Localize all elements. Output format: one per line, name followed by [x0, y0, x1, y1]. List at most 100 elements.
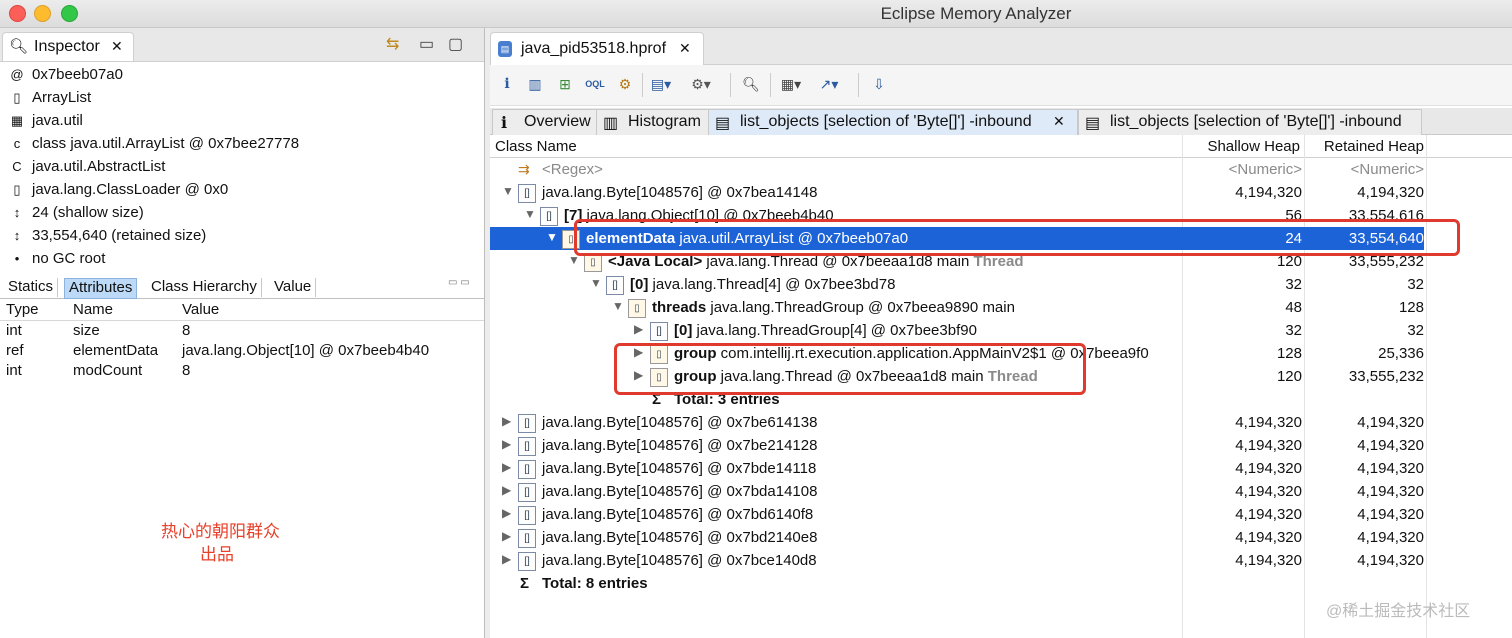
attribute-row[interactable]: int size 8: [0, 321, 484, 341]
calculate-retained-icon[interactable]: ↗▾: [818, 73, 840, 95]
table-row[interactable]: ▶ [] java.lang.Byte[1048576] @ 0x7bce140d8…: [490, 549, 1424, 572]
expand-icon[interactable]: ▶: [502, 506, 511, 520]
table-row[interactable]: ▶ [] java.lang.Byte[1048576] @ 0x7bde14118…: [490, 457, 1424, 480]
close-icon[interactable]: ✕: [111, 38, 123, 55]
retained-heap-value: 25,336: [1378, 345, 1424, 362]
histogram-icon[interactable]: ▥: [524, 73, 546, 95]
table-row[interactable]: ▶ [] java.lang.Byte[1048576] @ 0x7bd2140e8…: [490, 526, 1424, 549]
tab-class-hierarchy[interactable]: Class Hierarchy: [147, 278, 262, 297]
expand-icon[interactable]: ▶: [502, 552, 511, 566]
table-row[interactable]: ▼ ▯ threads java.lang.ThreadGroup @ 0x7bee…: [490, 296, 1424, 319]
collapse-icon[interactable]: ▼: [612, 299, 624, 313]
tab-value[interactable]: Value: [270, 278, 317, 297]
table-row[interactable]: ▼ [] [0] java.lang.Thread[4] @ 0x7bee3bd78…: [490, 273, 1424, 296]
info-icon[interactable]: i: [496, 73, 518, 95]
collapse-icon[interactable]: ▼: [590, 276, 602, 290]
table-row[interactable]: ▼ ▯ <Java Local> java.lang.Thread @ 0x7bee…: [490, 250, 1424, 273]
tab-histogram[interactable]: ▥ Histogram: [596, 109, 710, 135]
attribute-row[interactable]: ref elementData java.lang.Object[10] @ 0x7…: [0, 341, 484, 361]
tab-inspector[interactable]: 🔍︎ Inspector ✕: [2, 32, 134, 61]
array-icon: []: [518, 552, 536, 571]
table-row[interactable]: ▶ ▯ group java.lang.Thread @ 0x7beeaa1d8 m…: [490, 365, 1424, 388]
table-row[interactable]: ▼ [] [7] java.lang.Object[10] @ 0x7beeb4b4…: [490, 204, 1424, 227]
retained-heap-value: 33,555,232: [1348, 368, 1424, 385]
maximize-view-icon[interactable]: ▢: [448, 34, 463, 54]
expand-icon[interactable]: ▶: [502, 460, 511, 474]
array-icon: []: [518, 483, 536, 502]
group-by-icon[interactable]: ▦▾: [780, 73, 802, 95]
table-row[interactable]: ▶ [] java.lang.Byte[1048576] @ 0x7bd6140f8…: [490, 503, 1424, 526]
list-objects-icon: ▤: [715, 115, 731, 132]
header-name[interactable]: Name: [73, 301, 113, 318]
oql-icon[interactable]: OQL: [584, 73, 606, 95]
search-icon[interactable]: 🔍︎: [740, 73, 762, 95]
query-browser-icon[interactable]: ▤▾: [650, 73, 672, 95]
shallow-heap-value: 120: [1276, 368, 1302, 385]
dominator-tree-icon[interactable]: ⊞: [554, 73, 576, 95]
export-icon[interactable]: ⇩: [868, 73, 890, 95]
header-value[interactable]: Value: [182, 301, 219, 318]
expand-icon[interactable]: ▶: [634, 368, 643, 382]
table-row[interactable]: ▶ [] java.lang.Byte[1048576] @ 0x7be614138…: [490, 411, 1424, 434]
close-icon[interactable]: ✕: [1053, 113, 1065, 130]
tab-overview[interactable]: i Overview: [492, 109, 598, 135]
tab-attributes[interactable]: Attributes: [64, 278, 138, 299]
row-object: java.lang.Byte[1048576] @ 0x7bda14108: [542, 483, 818, 500]
close-icon[interactable]: ✕: [679, 40, 691, 57]
regex-filter-input[interactable]: <Regex>: [542, 161, 603, 178]
expand-icon[interactable]: ▶: [634, 322, 643, 336]
array-icon: []: [540, 207, 558, 226]
row-object: java.util.ArrayList @ 0x7beeb07a0: [679, 230, 909, 247]
column-retained-heap[interactable]: Retained Heap: [1324, 138, 1424, 155]
array-icon: []: [518, 460, 536, 479]
attribute-row[interactable]: int modCount 8: [0, 361, 484, 381]
tab-list-objects-active[interactable]: ▤ list_objects [selection of 'Byte[]'] -…: [708, 109, 1078, 135]
array-icon: []: [650, 322, 668, 341]
gear-icon[interactable]: ⚙: [614, 73, 636, 95]
link-editor-icon[interactable]: ⇆: [386, 34, 399, 54]
table-row[interactable]: Σ Total: 8 entries: [490, 572, 1424, 595]
row-field-name: Total: 8 entries: [542, 575, 648, 592]
table-row[interactable]: ▶ [] java.lang.Byte[1048576] @ 0x7bda14108…: [490, 480, 1424, 503]
row-label: java.lang.Byte[1048576] @ 0x7bd6140f8: [542, 506, 813, 523]
expand-icon[interactable]: ▶: [502, 483, 511, 497]
shallow-heap-value: 4,194,320: [1235, 483, 1302, 500]
table-row[interactable]: ▶ [] [0] java.lang.ThreadGroup[4] @ 0x7bee…: [490, 319, 1424, 342]
tab-list-objects[interactable]: ▤ list_objects [selection of 'Byte[]'] -…: [1078, 109, 1422, 135]
retained-heap-value: 32: [1407, 276, 1424, 293]
tab-statics[interactable]: Statics: [4, 278, 59, 297]
collapse-icon[interactable]: ▼: [524, 207, 536, 221]
tab-overview-label: Overview: [524, 113, 591, 130]
row-label: java.lang.Byte[1048576] @ 0x7bce140d8: [542, 552, 817, 569]
table-row[interactable]: ▶ ▯ group com.intellij.rt.execution.applic…: [490, 342, 1424, 365]
table-row-selected[interactable]: ▼ ▯ elementData java.util.ArrayList @ 0x7b…: [490, 227, 1424, 250]
column-class-name[interactable]: Class Name: [495, 138, 577, 155]
table-row[interactable]: Σ Total: 3 entries: [490, 388, 1424, 411]
collapse-icon[interactable]: ▼: [546, 230, 558, 244]
row-label: [0] java.lang.ThreadGroup[4] @ 0x7bee3bf…: [674, 322, 977, 339]
column-shallow-heap[interactable]: Shallow Heap: [1207, 138, 1300, 155]
expand-icon[interactable]: ▶: [634, 345, 643, 359]
collapse-icon[interactable]: ▼: [568, 253, 580, 267]
table-row[interactable]: ▼ [] java.lang.Byte[1048576] @ 0x7bea14148…: [490, 181, 1424, 204]
row-field-name: [0]: [674, 322, 693, 339]
shallow-filter-input[interactable]: <Numeric>: [1229, 161, 1302, 178]
gc-root-icon: •: [14, 251, 20, 266]
retained-heap-value: 4,194,320: [1357, 529, 1424, 546]
tab-heap-dump[interactable]: ▤ java_pid53518.hprof ✕: [490, 32, 704, 65]
minimize-view-icon[interactable]: ▭: [419, 34, 434, 54]
heap-stats-icon[interactable]: ⚙▾: [690, 73, 712, 95]
table-row[interactable]: ▶ [] java.lang.Byte[1048576] @ 0x7be214128…: [490, 434, 1424, 457]
expand-icon[interactable]: ▶: [502, 414, 511, 428]
expand-icon[interactable]: ▶: [502, 529, 511, 543]
row-label: java.lang.Byte[1048576] @ 0x7be214128: [542, 437, 817, 454]
collapse-icon[interactable]: ▼: [502, 184, 514, 198]
retained-filter-input[interactable]: <Numeric>: [1351, 161, 1424, 178]
editor-toolbar: i ▥ ⊞ OQL ⚙ ▤▾ ⚙▾ 🔍︎ ▦▾ ↗▾ ⇩: [490, 65, 1512, 106]
shallow-heap-value: 4,194,320: [1235, 184, 1302, 201]
subtab-min-icon[interactable]: ▭ ▭: [448, 277, 470, 288]
expand-icon[interactable]: ▶: [502, 437, 511, 451]
class-icon: ▯: [13, 90, 21, 105]
filter-row: ⇉ <Regex> <Numeric> <Numeric>: [490, 158, 1424, 181]
header-type[interactable]: Type: [6, 301, 39, 318]
